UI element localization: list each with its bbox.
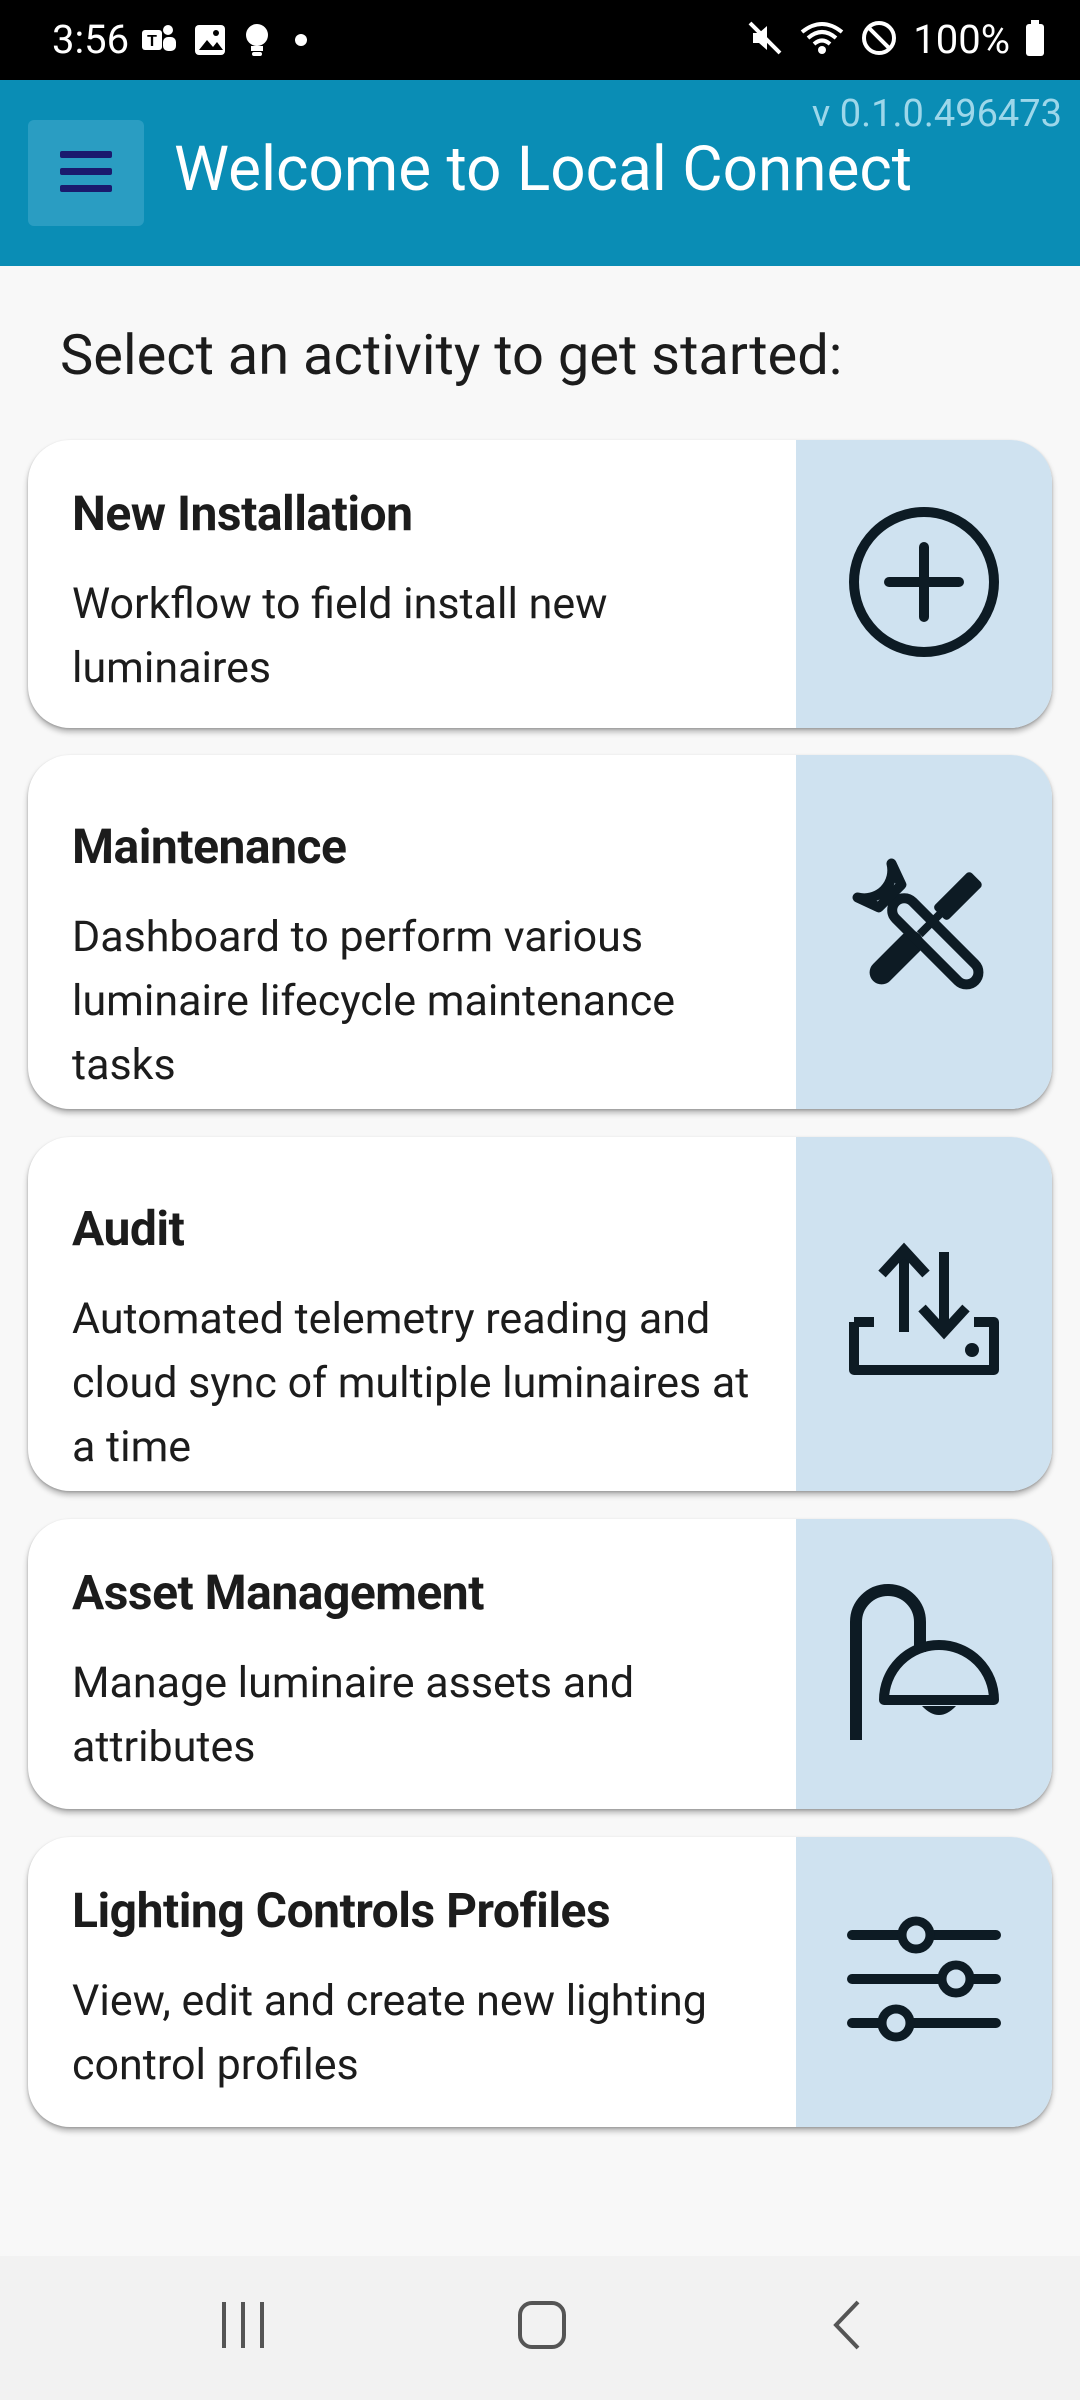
status-right: 100% (745, 18, 1046, 62)
add-circle-icon (844, 502, 1004, 666)
activity-card-asset-management[interactable]: Asset Management Manage luminaire assets… (28, 1519, 1052, 1809)
card-title: New Installation (72, 485, 413, 542)
activity-card-maintenance[interactable]: Maintenance Dashboard to perform various… (28, 755, 1052, 1109)
street-lamp-icon (844, 1582, 1004, 1746)
upload-download-icon (844, 1242, 1004, 1386)
home-icon[interactable] (516, 2298, 570, 2356)
wifi-icon (799, 18, 845, 62)
card-title: Audit (72, 1200, 185, 1257)
card-icon-panel (796, 440, 1052, 728)
menu-button[interactable] (28, 120, 144, 226)
card-description: Dashboard to perform various luminaire l… (72, 912, 676, 1090)
battery-icon (1024, 18, 1046, 62)
back-icon[interactable] (828, 2298, 868, 2356)
activity-card-audit[interactable]: Audit Automated telemetry reading and cl… (28, 1137, 1052, 1491)
card-description: Manage luminaire assets and attributes (72, 1658, 635, 1772)
card-description: Automated telemetry reading and cloud sy… (72, 1294, 750, 1472)
card-title: Maintenance (72, 818, 347, 875)
battery-percent: 100% (913, 16, 1010, 63)
page-title: Welcome to Local Connect (174, 133, 913, 206)
card-description: View, edit and create new lighting contr… (72, 1976, 707, 2090)
mute-icon (745, 18, 785, 62)
status-left-icons: T (140, 22, 316, 62)
sliders-icon (844, 1905, 1004, 2059)
bulb-icon (242, 22, 272, 62)
status-time: 3:56 (52, 16, 130, 63)
activity-card-lighting-controls-profiles[interactable]: Lighting Controls Profiles View, edit an… (28, 1837, 1052, 2127)
card-icon-panel (796, 755, 1052, 1109)
card-title: Asset Management (72, 1564, 484, 1621)
gallery-icon (192, 22, 228, 62)
app-bar: Welcome to Local Connect v 0.1.0.496473 (0, 80, 1080, 266)
do-not-disturb-icon (859, 18, 899, 62)
recent-apps-icon[interactable] (218, 2298, 268, 2356)
tools-icon (844, 850, 1004, 1014)
activity-card-new-installation[interactable]: New Installation Workflow to field insta… (28, 440, 1052, 728)
dot-icon (286, 22, 316, 62)
hamburger-icon (58, 147, 114, 199)
version-label: v 0.1.0.496473 (811, 92, 1062, 136)
activity-prompt: Select an activity to get started: (60, 322, 843, 388)
card-icon-panel (796, 1837, 1052, 2127)
status-bar: 3:56 T 100% (0, 0, 1080, 80)
card-icon-panel (796, 1137, 1052, 1491)
system-nav-bar (0, 2256, 1080, 2400)
teams-icon: T (140, 22, 178, 62)
svg-text:T: T (147, 33, 157, 50)
card-title: Lighting Controls Profiles (72, 1882, 611, 1939)
card-description: Workflow to field install new luminaires (72, 579, 608, 693)
card-icon-panel (796, 1519, 1052, 1809)
